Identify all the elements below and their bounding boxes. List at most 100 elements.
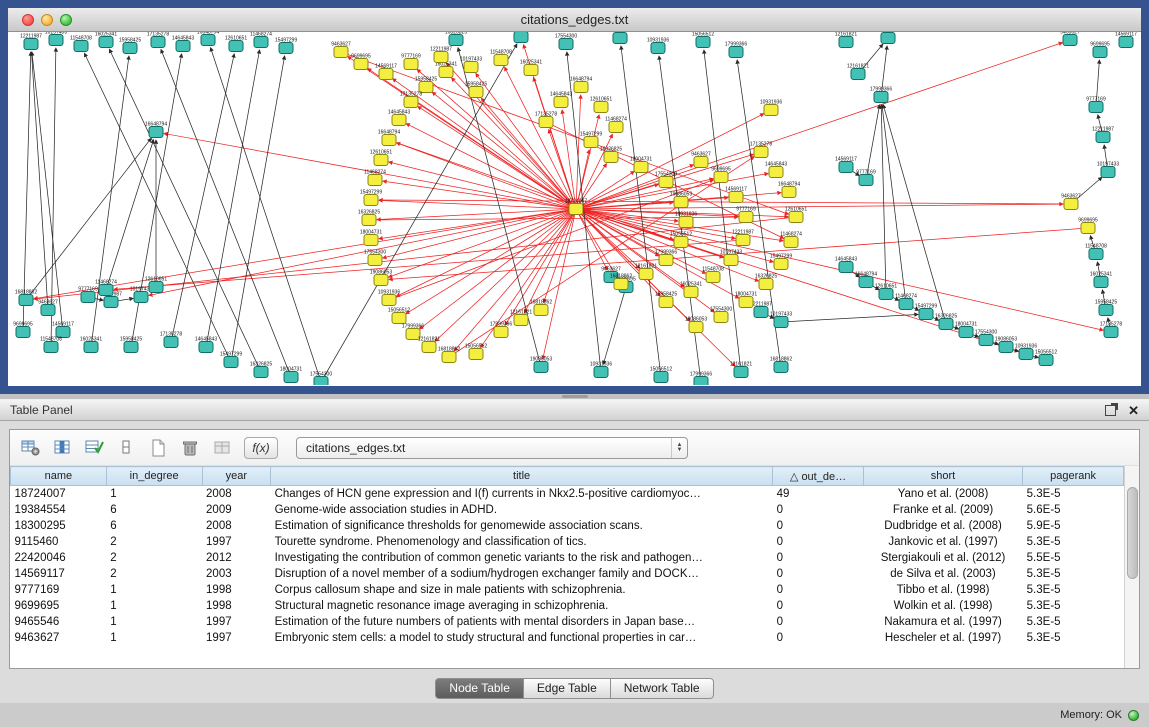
close-window-button[interactable] xyxy=(22,14,34,26)
graph-node-yellow[interactable] xyxy=(334,47,348,58)
graph-node-teal[interactable] xyxy=(559,39,573,50)
table-cell[interactable]: 19384554 xyxy=(11,502,107,518)
graph-node-yellow[interactable] xyxy=(382,295,396,306)
graph-node-teal[interactable] xyxy=(1104,327,1118,338)
table-cell[interactable]: 9465546 xyxy=(11,614,107,630)
graph-node-teal[interactable] xyxy=(49,35,63,46)
citation-edge-black[interactable] xyxy=(161,49,291,377)
table-cell[interactable]: Tourette syndrome. Phenomenology and cla… xyxy=(271,534,773,550)
table-row[interactable]: 946554611997Estimation of the future num… xyxy=(11,614,1124,630)
table-settings-button[interactable] xyxy=(16,435,44,461)
window-titlebar[interactable]: citations_edges.txt xyxy=(8,8,1141,32)
graph-node-yellow[interactable] xyxy=(764,105,778,116)
citation-edge-red[interactable] xyxy=(406,124,576,209)
graph-node-teal[interactable] xyxy=(959,327,973,338)
graph-node-yellow[interactable] xyxy=(494,327,508,338)
graph-node-yellow[interactable] xyxy=(392,115,406,126)
column-header-in_degree[interactable]: in_degree xyxy=(106,467,202,486)
graph-node-yellow[interactable] xyxy=(422,342,436,353)
table-cell[interactable]: 18724007 xyxy=(11,486,107,502)
node-table[interactable]: namein_degreeyeartitle△ out_de…shortpage… xyxy=(10,466,1124,646)
citation-edge-black[interactable] xyxy=(84,53,231,362)
citation-edge-red[interactable] xyxy=(419,209,576,329)
table-cell[interactable]: Stergiakouli et al. (2012) xyxy=(863,550,1022,566)
graph-node-yellow[interactable] xyxy=(569,204,583,215)
graph-node-teal[interactable] xyxy=(99,37,113,48)
graph-node-yellow[interactable] xyxy=(514,315,528,326)
graph-node-teal[interactable] xyxy=(124,342,138,353)
column-header-short[interactable]: short xyxy=(863,467,1022,486)
graph-node-yellow[interactable] xyxy=(534,305,548,316)
citation-edge-black[interactable] xyxy=(211,48,321,382)
graph-node-teal[interactable] xyxy=(199,342,213,353)
graph-node-teal[interactable] xyxy=(84,342,98,353)
graph-node-teal[interactable] xyxy=(881,33,895,44)
table-cell[interactable]: 5.5E-5 xyxy=(1023,550,1124,566)
graph-node-teal[interactable] xyxy=(1099,305,1113,316)
graph-node-teal[interactable] xyxy=(134,292,148,303)
graph-node-yellow[interactable] xyxy=(714,172,728,183)
citation-edge-red[interactable] xyxy=(544,209,576,302)
graph-node-teal[interactable] xyxy=(754,307,768,318)
graph-node-teal[interactable] xyxy=(1101,167,1115,178)
graph-node-teal[interactable] xyxy=(1039,355,1053,366)
graph-node-yellow[interactable] xyxy=(584,137,598,148)
graph-node-teal[interactable] xyxy=(651,43,665,54)
graph-node-yellow[interactable] xyxy=(634,162,648,173)
graph-node-teal[interactable] xyxy=(939,319,953,330)
graph-node-yellow[interactable] xyxy=(554,97,568,108)
tab-edge-table[interactable]: Edge Table xyxy=(524,678,611,699)
graph-node-yellow[interactable] xyxy=(739,212,753,223)
table-cell[interactable]: Dudbridge et al. (2008) xyxy=(863,518,1022,534)
show-columns-button[interactable] xyxy=(48,435,76,461)
table-cell[interactable]: Franke et al. (2009) xyxy=(863,502,1022,518)
graph-node-yellow[interactable] xyxy=(524,65,538,76)
network-canvas[interactable]: 1221198710197433115487081602534115958425… xyxy=(8,32,1141,385)
table-cell[interactable]: 18300295 xyxy=(11,518,107,534)
splitter-grip[interactable] xyxy=(562,395,588,398)
graph-node-teal[interactable] xyxy=(979,335,993,346)
table-row[interactable]: 1872400712008Changes of HCN gene express… xyxy=(11,486,1124,502)
table-cell[interactable]: 1 xyxy=(106,598,202,614)
graph-node-teal[interactable] xyxy=(613,33,627,44)
table-cell[interactable]: 1997 xyxy=(202,630,271,646)
table-cell[interactable]: 2 xyxy=(106,566,202,582)
citation-edge-black[interactable] xyxy=(603,287,626,364)
table-cell[interactable]: 1997 xyxy=(202,614,271,630)
graph-node-yellow[interactable] xyxy=(724,255,738,266)
graph-node-yellow[interactable] xyxy=(659,255,673,266)
graph-node-yellow[interactable] xyxy=(354,59,368,70)
graph-node-yellow[interactable] xyxy=(382,135,396,146)
table-row[interactable]: 977716911998Corpus callosum shape and si… xyxy=(11,582,1124,598)
graph-node-teal[interactable] xyxy=(694,377,708,386)
table-cell[interactable]: Genome-wide association studies in ADHD. xyxy=(271,502,773,518)
citation-edge-black[interactable] xyxy=(109,49,261,372)
graph-node-teal[interactable] xyxy=(859,175,873,186)
citation-edge-black[interactable] xyxy=(231,56,285,362)
graph-node-yellow[interactable] xyxy=(374,275,388,286)
table-cell[interactable]: Estimation of significance thresholds fo… xyxy=(271,518,773,534)
table-cell[interactable]: 0 xyxy=(773,598,864,614)
table-cell[interactable]: 5.3E-5 xyxy=(1023,630,1124,646)
table-cell[interactable]: 9777169 xyxy=(11,582,107,598)
graph-node-yellow[interactable] xyxy=(674,197,688,208)
table-cell[interactable]: 5.3E-5 xyxy=(1023,582,1124,598)
table-cell[interactable]: 1 xyxy=(106,582,202,598)
table-cell[interactable]: 1998 xyxy=(202,582,271,598)
graph-node-teal[interactable] xyxy=(729,47,743,58)
graph-node-yellow[interactable] xyxy=(609,122,623,133)
graph-node-yellow[interactable] xyxy=(729,192,743,203)
graph-node-teal[interactable] xyxy=(999,342,1013,353)
graph-node-teal[interactable] xyxy=(201,35,215,46)
graph-node-teal[interactable] xyxy=(254,37,268,48)
table-cell[interactable]: Nakamura et al. (1997) xyxy=(863,614,1022,630)
citation-edge-red[interactable] xyxy=(389,140,723,257)
table-cell[interactable]: 0 xyxy=(773,502,864,518)
graph-node-yellow[interactable] xyxy=(784,237,798,248)
table-cell[interactable]: 0 xyxy=(773,566,864,582)
citation-edge-red[interactable] xyxy=(576,209,735,366)
graph-node-teal[interactable] xyxy=(41,305,55,316)
table-cell[interactable]: 5.3E-5 xyxy=(1023,598,1124,614)
graph-node-yellow[interactable] xyxy=(374,155,388,166)
graph-node-yellow[interactable] xyxy=(392,313,406,324)
